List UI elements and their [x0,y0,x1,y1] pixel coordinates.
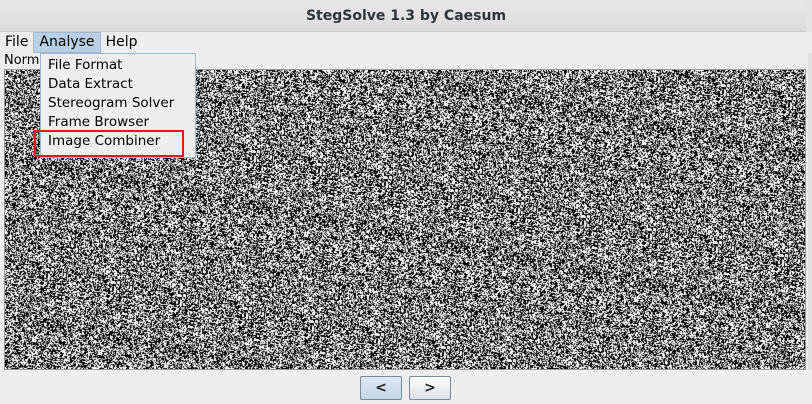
menu-analyse[interactable]: Analyse [33,32,101,53]
stegsolve-window: StegSolve 1.3 by Caesum File Analyse Hel… [0,0,812,404]
next-button[interactable]: > [409,376,451,400]
menu-item-image-combiner[interactable]: Image Combiner [41,132,195,151]
window-title: StegSolve 1.3 by Caesum [305,7,507,24]
previous-button[interactable]: < [360,376,402,400]
menu-item-file-format[interactable]: File Format [41,56,195,75]
scrollbar-track[interactable] [808,53,812,370]
menu-bar: File Analyse Help [0,32,812,53]
menu-help[interactable]: Help [101,32,143,53]
title-bar-edge [806,0,812,32]
menu-file[interactable]: File [0,32,33,53]
image-mode-label: Norm [4,53,40,68]
menu-item-data-extract[interactable]: Data Extract [41,75,195,94]
navigation-bar: < > [0,370,812,404]
title-bar[interactable]: StegSolve 1.3 by Caesum [0,0,812,32]
menu-item-stereogram-solver[interactable]: Stereogram Solver [41,94,195,113]
menu-item-frame-browser[interactable]: Frame Browser [41,113,195,132]
analyse-dropdown-menu: File Format Data Extract Stereogram Solv… [40,53,196,158]
